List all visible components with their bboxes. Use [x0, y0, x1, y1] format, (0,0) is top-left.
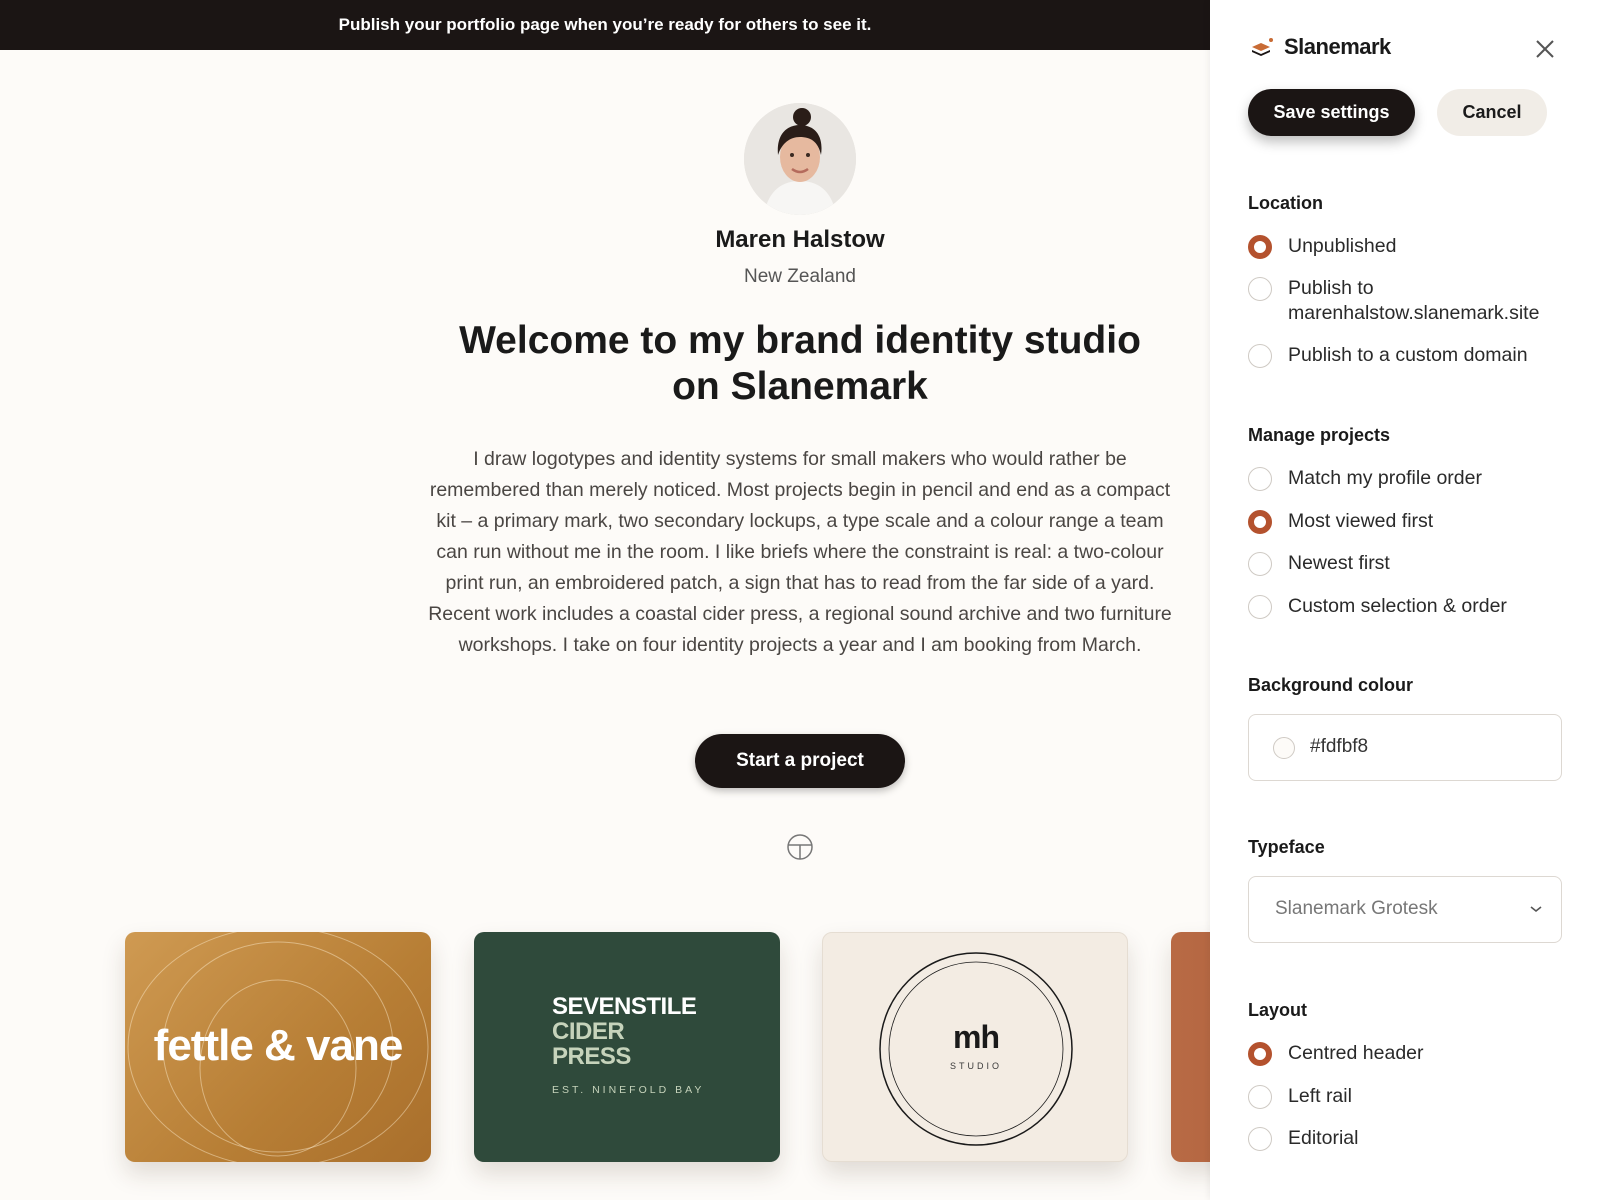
radio-icon[interactable]: [1248, 595, 1272, 619]
profile-bio: I draw logotypes and identity systems fo…: [428, 448, 1172, 656]
projects-option-newest[interactable]: Newest first: [1248, 551, 1568, 576]
project-card-fettle-vane[interactable]: fettle & vane: [125, 932, 431, 1162]
location-option-subdomain[interactable]: Publish to marenhalstow.slanemark.site: [1248, 276, 1568, 326]
location-option-unpublished[interactable]: Unpublished: [1248, 234, 1568, 259]
slanemark-logo-icon: [1252, 38, 1273, 56]
project-card-title: SEVENSTILE CIDER PRESS: [552, 993, 697, 1070]
typeface-value: Slanemark Grotesk: [1275, 898, 1438, 919]
background-colour-value: #fdfbf8: [1310, 736, 1369, 757]
location-option-custom-domain[interactable]: Publish to a custom domain: [1248, 343, 1568, 368]
project-card-subtitle: EST. NINEFOLD BAY: [552, 1084, 705, 1096]
avatar: [744, 103, 856, 215]
project-card-partial[interactable]: [1171, 932, 1210, 1162]
radio-icon[interactable]: [1248, 552, 1272, 576]
project-card-title: fettle & vane: [153, 1021, 404, 1070]
layout-option-editorial[interactable]: Editorial: [1248, 1126, 1568, 1151]
background-colour-heading: Background colour: [1248, 675, 1414, 695]
layout-option-centred-header[interactable]: Centred header: [1248, 1041, 1568, 1066]
background-colour-field[interactable]: #fdfbf8: [1248, 714, 1562, 781]
project-card-mh-studio[interactable]: mh STUDIO: [822, 932, 1128, 1162]
cancel-button[interactable]: Cancel: [1437, 89, 1547, 136]
brand: Slanemark: [1250, 34, 1391, 60]
projects-option-most-viewed[interactable]: Most viewed first: [1248, 509, 1568, 534]
layout-heading: Layout: [1248, 1000, 1308, 1020]
radio-icon[interactable]: [1248, 344, 1272, 368]
projects-option-custom[interactable]: Custom selection & order: [1248, 594, 1568, 619]
settings-panel: Slanemark Save settings Cancel Location …: [1210, 0, 1600, 1200]
portfolio-preview: Publish your portfolio page when you’re …: [0, 0, 1210, 1200]
profile-location: New Zealand: [744, 266, 856, 287]
typeface-heading: Typeface: [1248, 837, 1325, 857]
project-card-mark: mh: [953, 1019, 1000, 1055]
avatar-portrait-icon: [744, 103, 856, 215]
slanemark-divider-icon: [787, 834, 813, 860]
project-card-subtitle: STUDIO: [949, 1061, 1002, 1071]
radio-icon[interactable]: [1248, 467, 1272, 491]
typeface-select[interactable]: Slanemark Grotesk: [1248, 876, 1562, 943]
page-headline: Welcome to my brand identity studio on S…: [459, 319, 1141, 408]
radio-selected-icon[interactable]: [1248, 1042, 1272, 1066]
radio-icon[interactable]: [1248, 277, 1272, 301]
close-icon[interactable]: [1532, 36, 1558, 62]
radio-icon[interactable]: [1248, 1085, 1272, 1109]
start-project-button[interactable]: Start a project: [695, 734, 905, 788]
profile-name: Maren Halstow: [715, 226, 885, 253]
project-card-sevenstile[interactable]: SEVENSTILE CIDER PRESS EST. NINEFOLD BAY: [474, 932, 780, 1162]
layout-option-left-rail[interactable]: Left rail: [1248, 1084, 1568, 1109]
location-heading: Location: [1248, 193, 1323, 213]
publish-banner-text: Publish your portfolio page when you’re …: [338, 15, 872, 34]
brand-name: Slanemark: [1284, 34, 1391, 59]
radio-selected-icon[interactable]: [1248, 235, 1272, 259]
colour-swatch[interactable]: [1273, 737, 1295, 759]
publish-banner: Publish your portfolio page when you’re …: [0, 0, 1210, 50]
chevron-down-icon: [1530, 906, 1542, 913]
projects-option-profile-order[interactable]: Match my profile order: [1248, 466, 1568, 491]
manage-projects-heading: Manage projects: [1248, 425, 1391, 445]
save-settings-button[interactable]: Save settings: [1248, 89, 1415, 136]
radio-icon[interactable]: [1248, 1127, 1272, 1151]
radio-selected-icon[interactable]: [1248, 510, 1272, 534]
